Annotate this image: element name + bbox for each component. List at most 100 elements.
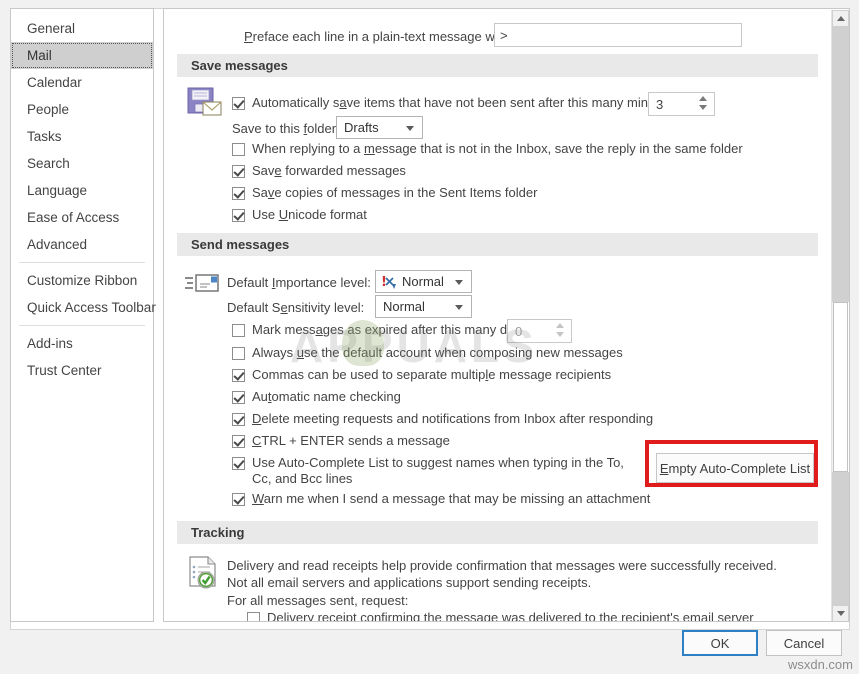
sidebar-divider [19, 325, 145, 326]
sidebar-item-people[interactable]: People [11, 96, 153, 123]
autosave-checkbox[interactable] [232, 97, 245, 110]
arrow-up-icon [836, 16, 845, 21]
sidebar-item-general[interactable]: General [11, 15, 153, 42]
sidebar-item-label: Add-ins [27, 336, 73, 351]
chevron-down-icon [455, 304, 463, 310]
tracking-description: Delivery and read receipts help provide … [227, 558, 777, 590]
default-account-checkbox[interactable] [232, 347, 245, 360]
sidebar-item-add-ins[interactable]: Add-ins [11, 330, 153, 357]
missing-attachment-warning-checkbox[interactable] [232, 493, 245, 506]
unicode-format-label: Use Unicode format [252, 207, 367, 222]
commas-separator-checkbox[interactable] [232, 369, 245, 382]
tracking-heading: Tracking [177, 521, 818, 544]
sidebar-item-calendar[interactable]: Calendar [11, 69, 153, 96]
autosave-minutes-stepper[interactable]: 3 [648, 92, 715, 116]
sidebar-item-ease-of-access[interactable]: Ease of Access [11, 204, 153, 231]
missing-attachment-warning-label: Warn me when I send a message that may b… [252, 491, 651, 506]
scroll-down-button[interactable] [832, 605, 849, 621]
save-sent-copies-checkbox[interactable] [232, 187, 245, 200]
arrow-down-icon [836, 611, 845, 616]
save-forwarded-checkbox[interactable] [232, 165, 245, 178]
cancel-button[interactable]: Cancel [766, 630, 842, 656]
button-label: OK [710, 635, 730, 651]
site-credit: wsxdn.com [787, 657, 853, 672]
sidebar-item-search[interactable]: Search [11, 150, 153, 177]
scroll-up-button[interactable] [832, 10, 849, 27]
category-sidebar[interactable]: General Mail Calendar People Tasks Searc… [10, 8, 156, 622]
ok-button[interactable]: OK [682, 630, 758, 656]
stepper-arrows-icon[interactable] [699, 96, 707, 112]
sidebar-item-customize-ribbon[interactable]: Customize Ribbon [11, 267, 153, 294]
save-folder-label: Save to this folder: [232, 121, 340, 136]
expire-days-stepper[interactable]: 0 [507, 319, 572, 343]
sidebar-item-tasks[interactable]: Tasks [11, 123, 153, 150]
auto-complete-list-checkbox[interactable] [232, 457, 245, 470]
sidebar-item-label: People [27, 102, 70, 117]
ctrl-enter-sends-checkbox[interactable] [232, 435, 245, 448]
mark-expired-label: Mark messages as expired after this many… [252, 322, 531, 337]
sidebar-item-label: Search [27, 156, 70, 171]
button-label: Cancel [783, 635, 825, 651]
sidebar-item-quick-access-toolbar[interactable]: Quick Access Toolbar [11, 294, 156, 321]
sidebar-item-label: Tasks [27, 129, 62, 144]
save-sent-copies-label: Save copies of messages in the Sent Item… [252, 185, 538, 200]
unicode-format-checkbox[interactable] [232, 209, 245, 222]
scrollbar-thumb[interactable] [833, 302, 848, 472]
sidebar-divider [19, 262, 145, 263]
sensitivity-dropdown[interactable]: Normal [375, 295, 472, 318]
sidebar-item-trust-center[interactable]: Trust Center [11, 357, 153, 384]
content-scrollbar[interactable] [831, 10, 849, 621]
outlook-options-dialog: General Mail Calendar People Tasks Searc… [0, 0, 859, 674]
preface-label: Preface each line in a plain-text messag… [244, 29, 513, 44]
importance-normal-icon: ! [381, 274, 399, 293]
delivery-receipt-checkbox[interactable] [247, 612, 260, 621]
sidebar-item-label: Mail [27, 48, 52, 63]
sidebar-item-advanced[interactable]: Advanced [11, 231, 153, 258]
mark-expired-checkbox[interactable] [232, 324, 245, 337]
empty-auto-complete-list-button[interactable]: Empty Auto-Complete List [656, 453, 814, 483]
delivery-receipt-label: Delivery receipt confirming the message … [267, 610, 754, 622]
sidebar-item-label: Language [27, 183, 88, 198]
sidebar-item-label: General [27, 21, 76, 36]
send-messages-heading: Send messages [177, 233, 818, 256]
default-account-label: Always use the default account when comp… [252, 345, 623, 360]
automatic-name-checking-label: Automatic name checking [252, 389, 401, 404]
svg-text:!: ! [381, 275, 387, 290]
importance-label: Default Importance level: [227, 275, 371, 290]
sidebar-item-mail[interactable]: Mail [11, 42, 153, 69]
sidebar-item-language[interactable]: Language [11, 177, 153, 204]
options-scroll-content: Preface each line in a plain-text messag… [164, 9, 832, 621]
button-label: Empty Auto-Complete List [659, 460, 811, 476]
sensitivity-label: Default Sensitivity level: [227, 300, 365, 315]
send-message-icon [184, 271, 220, 302]
sidebar-item-label: Trust Center [27, 363, 102, 378]
delete-meeting-requests-checkbox[interactable] [232, 413, 245, 426]
save-messages-heading: Save messages [177, 54, 818, 77]
save-mail-icon [186, 85, 224, 128]
sidebar-item-label: Advanced [27, 237, 88, 252]
chevron-down-icon [455, 279, 463, 285]
sidebar-item-label: Quick Access Toolbar [27, 300, 156, 315]
tracking-subheading: For all messages sent, request: [227, 593, 409, 608]
sidebar-item-label: Calendar [27, 75, 82, 90]
delete-meeting-requests-label: Delete meeting requests and notification… [252, 411, 654, 426]
reply-same-folder-label: When replying to a message that is not i… [252, 141, 743, 156]
scrollbar-track-lower[interactable] [832, 472, 849, 605]
options-content-pane: Preface each line in a plain-text messag… [163, 8, 850, 622]
preface-input[interactable]: > [494, 23, 742, 47]
auto-complete-list-label: Use Auto-Complete List to suggest names … [252, 455, 624, 486]
ctrl-enter-sends-label: CTRL + ENTER sends a message [252, 433, 450, 448]
stepper-arrows-icon[interactable] [556, 323, 564, 339]
importance-dropdown[interactable]: ! Normal [375, 270, 472, 293]
save-folder-dropdown[interactable]: Drafts [336, 116, 423, 139]
sidebar-item-label: Ease of Access [27, 210, 120, 225]
commas-separator-label: Commas can be used to separate multiple … [252, 367, 612, 382]
autosave-label: Automatically save items that have not b… [252, 95, 677, 110]
automatic-name-checking-checkbox[interactable] [232, 391, 245, 404]
tracking-receipt-icon [186, 555, 224, 598]
scrollbar-track-upper[interactable] [832, 27, 849, 302]
chevron-down-icon [406, 125, 414, 131]
reply-same-folder-checkbox[interactable] [232, 143, 245, 156]
save-forwarded-label: Save forwarded messages [252, 163, 406, 178]
sidebar-item-label: Customize Ribbon [27, 273, 138, 288]
